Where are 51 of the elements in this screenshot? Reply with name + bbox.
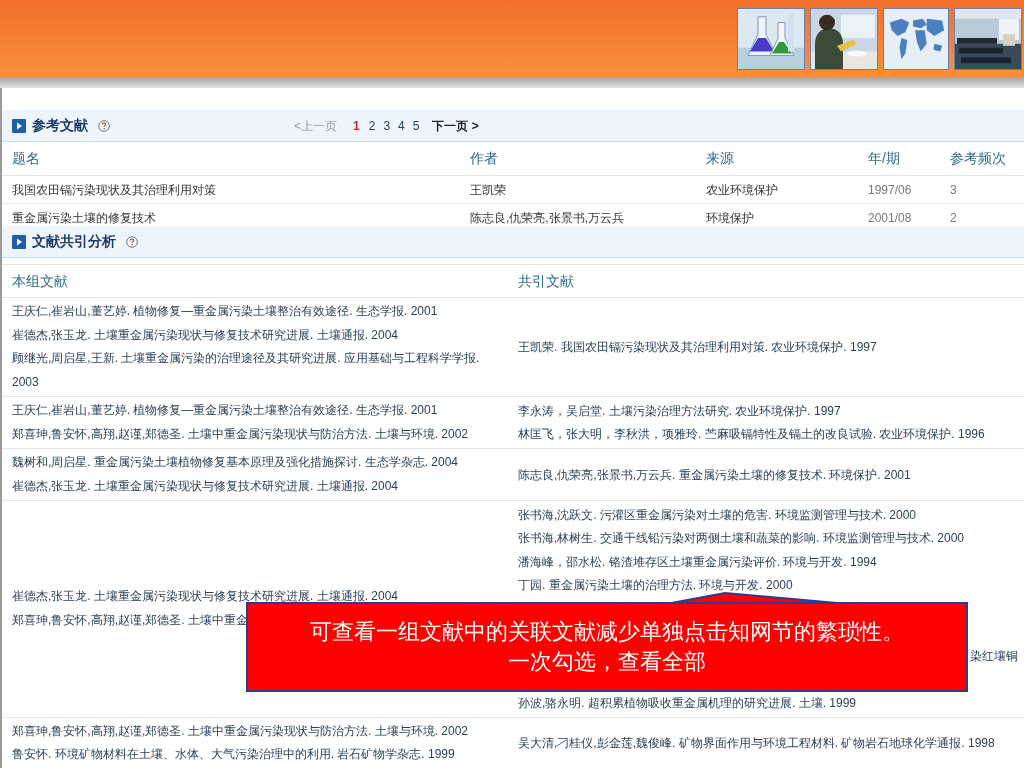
table-cell-text: 我国农田镉污染现状及其治理利用对策 (12, 181, 217, 199)
reference-entry: 林匡飞，张大明，李秋洪，项雅玲. 苎麻吸镉特性及镉土的改良试验. 农业环境保护. 1996 (518, 427, 985, 442)
reference-entry: 染红壤铜 (970, 648, 1018, 663)
column-header: 本组文献 (11, 271, 69, 291)
column-header: 年/期 (868, 149, 901, 168)
column-header: 共引文献 (517, 271, 575, 291)
page-link[interactable]: 4 (397, 116, 406, 135)
callout-text: 可查看一组文献中的关联文献减少单独点击知网节的繁琐性。 一次勾选，查看全部 (310, 618, 904, 676)
help-icon[interactable] (126, 235, 138, 248)
page-link[interactable]: 5 (411, 116, 421, 135)
reference-entry: 孙波,骆永明. 超积累植物吸收重金属机理的研究进展. 土壤. 1999 (518, 695, 857, 710)
reference-entry: 吴大清,刁桂仪,彭金莲,魏俊峰. 矿物界面作用与环境工程材料. 矿物岩石地球化学通报. 1998 (518, 736, 995, 750)
help-icon[interactable] (98, 119, 110, 132)
table-cell-text: 3 (950, 181, 958, 199)
table-cell-text: 环境保护 (706, 209, 755, 226)
reference-entry: 丁园. 重金属污染土壤的治理方法. 环境与开发. 2000 (518, 578, 793, 593)
reference-entry: 张书海,沈跃文. 污灌区重金属污染对土壤的危害. 环境监测管理与技术. 2000 (518, 507, 917, 522)
page-link[interactable]: 3 (382, 116, 392, 135)
reference-entry: 鲁安怀. 环境矿物材料在土壤、水体、大气污染治理中的利用. 岩石矿物学杂志. 1999 (12, 746, 455, 763)
table-cell-text: 农业环境保护 (706, 181, 779, 199)
column-header: 题名 (12, 149, 41, 168)
table-cell-text: 2001/08 (868, 209, 913, 226)
reference-entry: 王庆仁,崔岩山,董艺婷. 植物修复—重金属污染土壤整治有效途径. 生态学报. 2001 (12, 402, 438, 419)
reference-entry: 陈志良,仇荣亮,张景书,万云兵. 重金属污染土壤的修复技术. 环境保护. 2001 (518, 467, 911, 482)
table-cell-text: 1997/06 (868, 181, 913, 199)
reference-entry: 顾继光,周启星,王新. 土壤重金属污染的治理途径及其研究进展. 应用基础与工程科学学报. 2003 (12, 350, 481, 391)
reference-entry: 崔德杰,张玉龙. 土壤重金属污染现状与修复技术研究进展. 土壤通报. 2004 (12, 477, 399, 495)
reference-entry: 王凯荣. 我国农田镉污染现状及其治理利用对策. 农业环境保护. 1997 (518, 340, 877, 354)
reference-entry: 王庆仁,崔岩山,董艺婷. 植物修复—重金属污染土壤整治有效途径. 生态学报. 2001 (12, 303, 438, 320)
play-icon (12, 118, 26, 133)
table-cell-text: 陈志良,仇荣亮,张景书,万云兵 (470, 209, 625, 226)
reference-entry: 崔德杰,张玉龙. 土壤重金属污染现状与修复技术研究进展. 土壤通报. 2004 (12, 588, 399, 606)
play-icon (12, 234, 26, 249)
section-title: 文献共引分析 (32, 232, 116, 251)
column-header: 参考频次 (950, 149, 1007, 168)
column-header: 作者 (470, 149, 499, 168)
reference-entry: 崔德杰,张玉龙. 土壤重金属污染现状与修复技术研究进展. 土壤通报. 2004 (12, 326, 399, 344)
table-cell-text: 重金属污染土壤的修复技术 (12, 209, 157, 226)
reference-entry: 李永涛，吴启堂. 土壤污染治理方法研究. 农业环境保护. 1997 (518, 403, 841, 418)
reference-entry: 潘海峰，邵水松. 铬渣堆存区土壤重金属污染评价. 环境与开发. 1994 (518, 554, 877, 569)
reference-entry: 郑喜珅,鲁安怀,高翔,赵谨,郑德圣. 土壤中重金属污染现状与防治方法. 土壤与环境. 2002 (12, 425, 469, 443)
table-cell-text: 2 (950, 209, 958, 226)
column-header: 来源 (706, 149, 735, 168)
page-link[interactable]: 1 (351, 116, 362, 135)
section-title: 参考文献 (32, 116, 88, 135)
table-cell-text: 王凯荣 (470, 181, 507, 199)
next-page-link[interactable]: 下一页 > (432, 116, 479, 135)
reference-entry: 魏树和,周启星. 重金属污染土壤植物修复基本原理及强化措施探讨. 生态学杂志. 2004 (12, 454, 459, 471)
reference-entry: 张书海,林树生. 交通干线铅污染对两侧土壤和蔬菜的影响. 环境监测管理与技术. 2000 (518, 531, 965, 546)
page-link[interactable]: 2 (367, 116, 377, 135)
reference-entry: 郑喜珅,鲁安怀,高翔,赵谨,郑德圣. 土壤中重金属污染现状与防治方法. 土壤与环境. 2002 (12, 722, 469, 740)
